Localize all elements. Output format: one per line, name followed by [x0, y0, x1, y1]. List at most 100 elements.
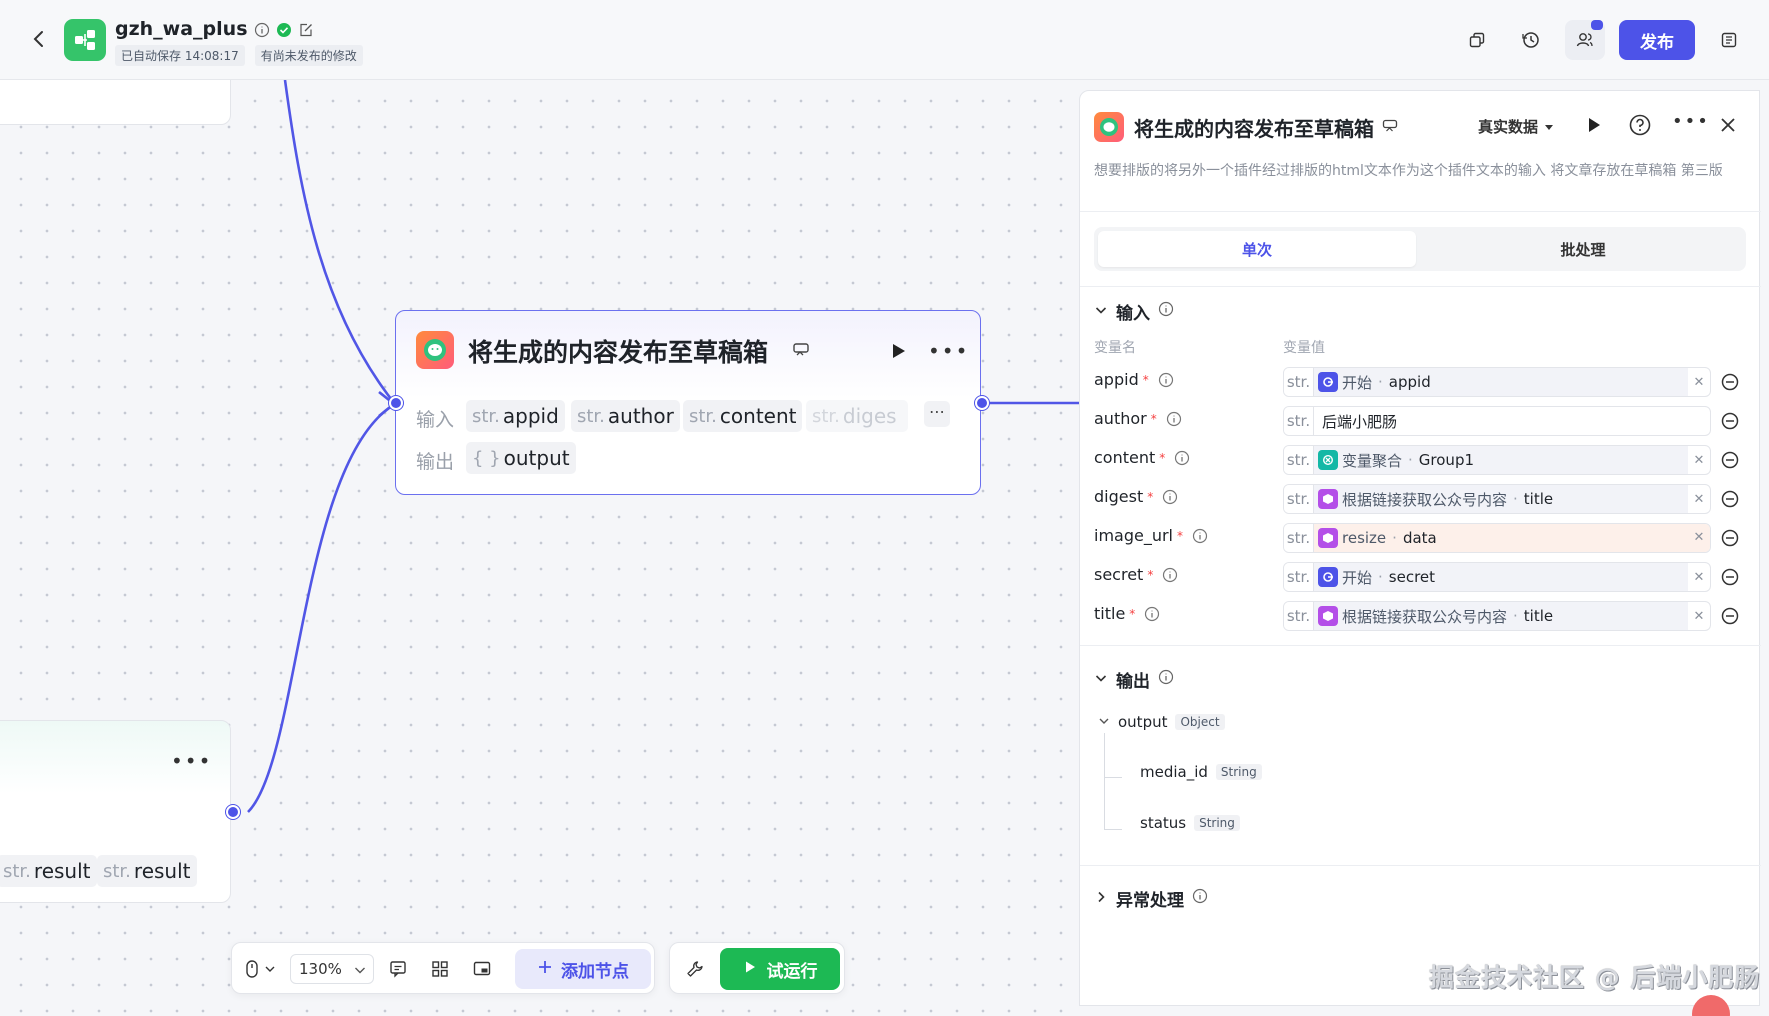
node-output-port[interactable]: [226, 805, 240, 819]
node-input-chip: str. diges: [806, 400, 908, 432]
close-icon[interactable]: [1718, 115, 1738, 135]
app-name: gzh_wa_plus: [115, 18, 314, 40]
publish-draft-node[interactable]: 将生成的内容发布至草稿箱 ••• 输入 str. appid str. author…: [395, 310, 981, 495]
var-name-appid: appid *: [1094, 370, 1174, 389]
clear-icon[interactable]: ✕: [1688, 570, 1710, 585]
var-value-appid[interactable]: str. 开始 · appid ✕: [1283, 367, 1711, 397]
clear-icon[interactable]: ✕: [1688, 375, 1710, 390]
tree-guide-line: [1104, 829, 1122, 830]
edge-top-to-node: [283, 80, 397, 405]
node-more-icon[interactable]: •••: [171, 749, 212, 773]
variable-picker-icon[interactable]: [1720, 372, 1740, 392]
info-icon[interactable]: [254, 21, 270, 38]
tab-single[interactable]: 单次: [1098, 231, 1416, 267]
divider: [1080, 865, 1761, 866]
divider: [1080, 211, 1761, 212]
collaborators-icon[interactable]: [1565, 20, 1605, 60]
tree-guide-line: [1104, 777, 1122, 778]
variable-picker-icon[interactable]: [1720, 606, 1740, 626]
start-node-icon: [1318, 372, 1338, 392]
copy-icon[interactable]: [1457, 20, 1497, 60]
comment-icon[interactable]: [387, 958, 409, 980]
var-name-image-url: image_url *: [1094, 526, 1208, 545]
downstream-source-node[interactable]: ••• str. result str. result: [0, 720, 231, 903]
type-tag: Object: [1175, 714, 1225, 730]
node-input-port[interactable]: [389, 396, 403, 410]
wrench-icon[interactable]: [684, 958, 706, 980]
start-node-icon: [1318, 567, 1338, 587]
watermark-text: 掘金技术社区 @ 后端小肥肠: [1429, 963, 1761, 992]
mouse-mode-icon[interactable]: [244, 958, 280, 980]
run-node-icon[interactable]: [888, 341, 908, 361]
info-icon: [1192, 528, 1208, 544]
var-name-digest: digest *: [1094, 487, 1178, 506]
node-more-icon[interactable]: •••: [928, 339, 969, 363]
input-section-header[interactable]: 输入: [1094, 299, 1174, 324]
panel-more-icon[interactable]: •••: [1672, 111, 1710, 132]
chevron-down-icon: [1094, 670, 1108, 690]
panel-toggle-icon[interactable]: [1709, 20, 1749, 60]
var-value-digest[interactable]: str. 根据链接获取公众号内容 · title ✕: [1283, 484, 1711, 514]
variable-picker-icon[interactable]: [1720, 450, 1740, 470]
app-logo: [64, 19, 106, 61]
help-icon[interactable]: [1628, 113, 1652, 137]
clear-icon[interactable]: ✕: [1688, 492, 1710, 507]
edge-bottom-to-node: [247, 402, 396, 813]
auto-layout-icon[interactable]: [429, 958, 451, 980]
plugin-link-icon[interactable]: [792, 341, 810, 359]
variable-picker-icon[interactable]: [1720, 411, 1740, 431]
var-value-author[interactable]: str. 后端小肥肠: [1283, 406, 1711, 436]
data-mode-select[interactable]: 真实数据: [1478, 116, 1554, 137]
edit-icon[interactable]: [298, 21, 314, 37]
test-run-button[interactable]: 试运行: [720, 948, 840, 990]
wechat-plugin-icon: [416, 331, 454, 369]
output-section-title: 输出: [1116, 672, 1150, 692]
output-section-header[interactable]: 输出: [1094, 667, 1174, 692]
info-icon: [1162, 489, 1178, 505]
var-value-content[interactable]: str. 变量聚合 · Group1 ✕: [1283, 445, 1711, 475]
output-tree-root[interactable]: output Object: [1098, 713, 1225, 731]
error-handling-title: 异常处理: [1116, 891, 1184, 911]
node-title: 将生成的内容发布至草稿箱: [468, 338, 769, 367]
history-icon[interactable]: [1511, 20, 1551, 60]
error-handling-section-header[interactable]: 异常处理: [1094, 886, 1208, 911]
clear-icon[interactable]: ✕: [1688, 609, 1710, 624]
divider: [1080, 286, 1761, 287]
chevron-down-icon[interactable]: [1098, 713, 1110, 731]
autosave-tag: 已自动保存 14:08:17: [115, 45, 245, 66]
divider: [1080, 645, 1761, 646]
node-output-chip: str. result: [97, 855, 197, 887]
chevron-down-icon: [1094, 302, 1108, 322]
node-output-chip: str. result: [0, 855, 97, 887]
add-node-button[interactable]: 添加节点: [515, 949, 651, 989]
variable-picker-icon[interactable]: [1720, 567, 1740, 587]
type-tag: String: [1215, 764, 1262, 780]
more-inputs-button[interactable]: ⋯: [924, 401, 950, 427]
zoom-select[interactable]: 130%: [290, 954, 374, 984]
workflow-canvas[interactable]: 将生成的内容发布至草稿箱 ••• 输入 str. appid str. author…: [0, 80, 1079, 1016]
node-output-port[interactable]: [975, 396, 989, 410]
info-icon[interactable]: [1158, 301, 1174, 322]
back-arrow-icon[interactable]: [28, 28, 50, 50]
aggregate-node-icon: [1318, 450, 1338, 470]
clear-icon[interactable]: ✕: [1688, 453, 1710, 468]
clear-icon[interactable]: ✕: [1688, 524, 1710, 552]
info-icon[interactable]: [1158, 669, 1174, 690]
add-node-label: 添加节点: [561, 961, 629, 982]
app-name-text: gzh_wa_plus: [115, 18, 248, 40]
var-value-secret[interactable]: str. 开始 · secret ✕: [1283, 562, 1711, 592]
publish-button[interactable]: 发布: [1619, 20, 1695, 60]
var-value-title[interactable]: str. 根据链接获取公众号内容 · title ✕: [1283, 601, 1711, 631]
info-icon[interactable]: [1192, 888, 1208, 909]
run-node-icon[interactable]: [1584, 115, 1604, 135]
var-value-image-url[interactable]: str. resize · data ✕: [1283, 523, 1711, 553]
variable-picker-icon[interactable]: [1720, 528, 1740, 548]
tab-batch[interactable]: 批处理: [1424, 231, 1742, 267]
run-mode-tabs: 单次 批处理: [1094, 227, 1746, 271]
column-header-value: 变量值: [1283, 340, 1325, 356]
variable-picker-icon[interactable]: [1720, 489, 1740, 509]
plugin-link-icon[interactable]: [1382, 118, 1398, 134]
output-tree-child: media_id String: [1140, 763, 1262, 781]
upstream-node[interactable]: [0, 80, 231, 125]
minimap-icon[interactable]: [471, 958, 493, 980]
